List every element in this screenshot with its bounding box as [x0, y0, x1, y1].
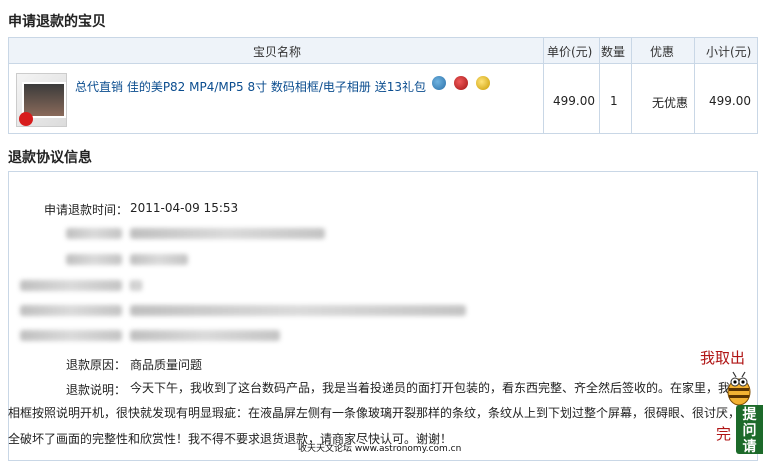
- product-name-link[interactable]: 总代直销 佳的美P82 MP4/MP5 8寸 数码相框/电子相册 送13礼包: [75, 78, 426, 95]
- header-name: 宝贝名称: [253, 45, 302, 59]
- mascot-bee-icon[interactable]: [724, 368, 754, 408]
- reason-value: 商品质量问题: [130, 358, 203, 372]
- widget-take-out-text: 我取出: [700, 349, 746, 367]
- redacted-label: [20, 280, 122, 291]
- redacted-value: [130, 330, 280, 341]
- redacted-label: [20, 330, 122, 341]
- explain-label: 退款说明：: [66, 383, 127, 397]
- agreement-title: 退款协议信息: [8, 150, 92, 166]
- unit-price-value: 499.00: [553, 94, 595, 108]
- ask-question-button[interactable]: 提问请: [736, 405, 763, 455]
- refund-items-table: 宝贝名称 单价(元) 数量 优惠 小计(元) 总代直销 佳的美P82 MP4/M…: [8, 37, 758, 134]
- header-subtotal: 小计(元): [706, 45, 752, 59]
- consumer-guarantee-icon[interactable]: [432, 76, 446, 90]
- redacted-value: [130, 280, 142, 291]
- apply-time-value: 2011-04-09 15:53: [130, 201, 239, 215]
- reason-label: 退款原因：: [66, 358, 127, 372]
- discount-value: 无优惠: [652, 96, 689, 110]
- header-unit-price: 单价(元): [547, 45, 593, 59]
- quantity-value: 1: [610, 94, 618, 108]
- site-watermark: 收天天文论坛 www.astronomy.com.cn: [298, 444, 462, 454]
- redacted-label: [66, 228, 122, 239]
- refund-items-title: 申请退款的宝贝: [8, 14, 106, 30]
- redacted-value: [130, 228, 325, 239]
- header-discount: 优惠: [650, 45, 675, 59]
- explain-line-2: 相框按照说明开机，很快就发现有明显瑕疵：在液晶屏左侧有一条像玻璃开裂那样的条纹，…: [8, 406, 741, 420]
- redacted-value: [130, 305, 466, 316]
- product-thumbnail[interactable]: [16, 73, 67, 127]
- apply-time-label: 申请退款时间：: [44, 203, 129, 217]
- subtotal-value: 499.00: [709, 94, 751, 108]
- explain-line-1: 今天下午，我收到了这台数码产品，我是当着投递员的面打开包装的，看东西完整、齐全然…: [130, 381, 731, 395]
- ask-question-button-label: 提问请: [742, 407, 757, 455]
- seven-day-return-icon[interactable]: [454, 76, 468, 90]
- table-header: 宝贝名称 单价(元) 数量 优惠 小计(元): [9, 38, 757, 64]
- redacted-label: [66, 254, 122, 265]
- widget-side-text: 完: [716, 425, 732, 443]
- genuine-guarantee-icon[interactable]: [476, 76, 490, 90]
- redacted-value: [130, 254, 188, 265]
- redacted-label: [20, 305, 122, 316]
- header-quantity: 数量: [601, 45, 626, 59]
